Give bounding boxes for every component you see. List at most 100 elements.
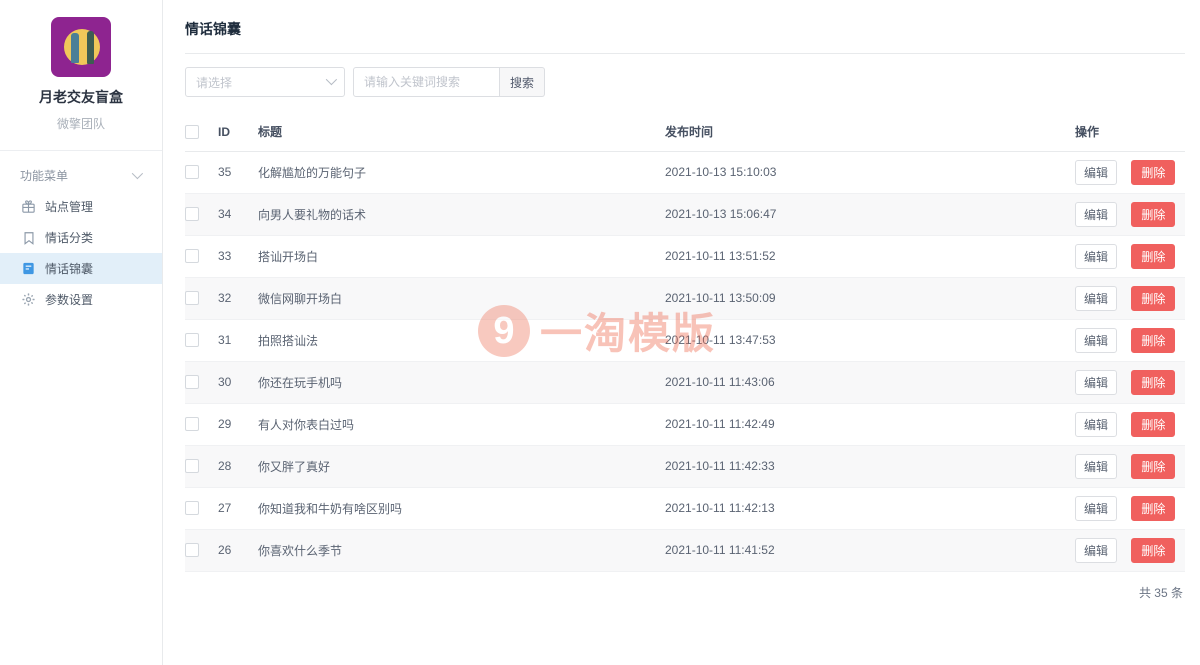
sidebar-menu: 功能菜单 站点管理 情话分类: [0, 151, 162, 315]
edit-button[interactable]: 编辑: [1075, 202, 1117, 227]
row-title: 你又胖了真好: [258, 445, 665, 487]
row-published: 2021-10-11 11:42:13: [665, 487, 1075, 529]
table-header-row: ID 标题 发布时间 操作: [185, 113, 1185, 151]
edit-button[interactable]: 编辑: [1075, 328, 1117, 353]
row-title: 你喜欢什么季节: [258, 529, 665, 571]
search-button[interactable]: 搜索: [500, 67, 545, 97]
row-checkbox[interactable]: [185, 165, 199, 179]
delete-button[interactable]: 删除: [1131, 454, 1175, 479]
sidebar-item-parameter-settings[interactable]: 参数设置: [0, 284, 162, 315]
row-id: 32: [218, 277, 258, 319]
row-published: 2021-10-11 13:50:09: [665, 277, 1075, 319]
delete-button[interactable]: 删除: [1131, 538, 1175, 563]
row-checkbox[interactable]: [185, 207, 199, 221]
row-published: 2021-10-11 13:47:53: [665, 319, 1075, 361]
row-id: 33: [218, 235, 258, 277]
row-checkbox[interactable]: [185, 333, 199, 347]
row-checkbox[interactable]: [185, 459, 199, 473]
menu-group-label: 功能菜单: [20, 167, 68, 184]
moon-shape: [64, 29, 100, 65]
column-header-published: 发布时间: [665, 113, 1075, 151]
delete-button[interactable]: 删除: [1131, 412, 1175, 437]
delete-button[interactable]: 删除: [1131, 160, 1175, 185]
phrase-table: ID 标题 发布时间 操作 35 化解尴尬的万能句子 2021-10-13 15…: [185, 113, 1185, 572]
document-icon: [21, 261, 36, 276]
edit-button[interactable]: 编辑: [1075, 160, 1117, 185]
table-row: 34 向男人要礼物的话术 2021-10-13 15:06:47 编辑 删除: [185, 193, 1185, 235]
row-id: 34: [218, 193, 258, 235]
sidebar-item-phrase-collection[interactable]: 情话锦囊: [0, 253, 162, 284]
table-row: 33 搭讪开场白 2021-10-11 13:51:52 编辑 删除: [185, 235, 1185, 277]
row-id: 26: [218, 529, 258, 571]
edit-button[interactable]: 编辑: [1075, 286, 1117, 311]
row-title: 搭讪开场白: [258, 235, 665, 277]
table-row: 32 微信网聊开场白 2021-10-11 13:50:09 编辑 删除: [185, 277, 1185, 319]
chevron-down-icon: [132, 168, 143, 179]
sidebar-item-phrase-category[interactable]: 情话分类: [0, 222, 162, 253]
row-checkbox[interactable]: [185, 543, 199, 557]
team-name: 微擎团队: [0, 115, 162, 132]
delete-button[interactable]: 删除: [1131, 244, 1175, 269]
row-title: 向男人要礼物的话术: [258, 193, 665, 235]
row-title: 有人对你表白过吗: [258, 403, 665, 445]
page-title: 情话锦囊: [185, 0, 1185, 39]
bookmark-icon: [21, 230, 36, 245]
edit-button[interactable]: 编辑: [1075, 538, 1117, 563]
chevron-down-icon: [326, 73, 337, 84]
search-group: 搜索: [353, 67, 545, 97]
row-published: 2021-10-13 15:10:03: [665, 151, 1075, 193]
sidebar-item-label: 情话锦囊: [45, 260, 93, 277]
edit-button[interactable]: 编辑: [1075, 412, 1117, 437]
edit-button[interactable]: 编辑: [1075, 496, 1117, 521]
figure-shape: [87, 31, 94, 64]
table-row: 28 你又胖了真好 2021-10-11 11:42:33 编辑 删除: [185, 445, 1185, 487]
row-title: 拍照搭讪法: [258, 319, 665, 361]
total-count: 共 35 条: [185, 584, 1185, 601]
category-select-placeholder: 请选择: [196, 74, 232, 91]
row-id: 28: [218, 445, 258, 487]
column-header-title: 标题: [258, 113, 665, 151]
table-body: 35 化解尴尬的万能句子 2021-10-13 15:10:03 编辑 删除 3…: [185, 151, 1185, 571]
row-checkbox[interactable]: [185, 417, 199, 431]
delete-button[interactable]: 删除: [1131, 286, 1175, 311]
edit-button[interactable]: 编辑: [1075, 370, 1117, 395]
app-avatar: [51, 17, 111, 77]
profile-block: 月老交友盲盒 微擎团队: [0, 0, 162, 132]
sidebar-item-label: 情话分类: [45, 229, 93, 246]
table-row: 27 你知道我和牛奶有啥区别吗 2021-10-11 11:42:13 编辑 删…: [185, 487, 1185, 529]
search-input[interactable]: [353, 67, 500, 97]
row-title: 微信网聊开场白: [258, 277, 665, 319]
row-published: 2021-10-11 11:42:33: [665, 445, 1075, 487]
row-published: 2021-10-11 11:41:52: [665, 529, 1075, 571]
delete-button[interactable]: 删除: [1131, 328, 1175, 353]
row-title: 化解尴尬的万能句子: [258, 151, 665, 193]
row-id: 27: [218, 487, 258, 529]
row-checkbox[interactable]: [185, 249, 199, 263]
table-row: 30 你还在玩手机吗 2021-10-11 11:43:06 编辑 删除: [185, 361, 1185, 403]
delete-button[interactable]: 删除: [1131, 496, 1175, 521]
table-row: 26 你喜欢什么季节 2021-10-11 11:41:52 编辑 删除: [185, 529, 1185, 571]
row-checkbox[interactable]: [185, 291, 199, 305]
table-row: 29 有人对你表白过吗 2021-10-11 11:42:49 编辑 删除: [185, 403, 1185, 445]
row-checkbox[interactable]: [185, 375, 199, 389]
sidebar-item-label: 参数设置: [45, 291, 93, 308]
column-header-actions: 操作: [1075, 113, 1185, 151]
menu-group-toggle[interactable]: 功能菜单: [0, 159, 162, 191]
sidebar-item-label: 站点管理: [45, 198, 93, 215]
sidebar-item-site-management[interactable]: 站点管理: [0, 191, 162, 222]
category-select[interactable]: 请选择: [185, 67, 345, 97]
edit-button[interactable]: 编辑: [1075, 454, 1117, 479]
select-all-checkbox[interactable]: [185, 125, 199, 139]
delete-button[interactable]: 删除: [1131, 370, 1175, 395]
row-published: 2021-10-11 11:43:06: [665, 361, 1075, 403]
row-published: 2021-10-11 11:42:49: [665, 403, 1075, 445]
row-title: 你还在玩手机吗: [258, 361, 665, 403]
edit-button[interactable]: 编辑: [1075, 244, 1117, 269]
row-published: 2021-10-11 13:51:52: [665, 235, 1075, 277]
main-content: 情话锦囊 请选择 搜索 ID 标题 发布时间 操作 35 化解尴尬的万能句: [185, 0, 1185, 601]
table-row: 31 拍照搭讪法 2021-10-11 13:47:53 编辑 删除: [185, 319, 1185, 361]
row-checkbox[interactable]: [185, 501, 199, 515]
delete-button[interactable]: 删除: [1131, 202, 1175, 227]
row-id: 30: [218, 361, 258, 403]
row-id: 29: [218, 403, 258, 445]
